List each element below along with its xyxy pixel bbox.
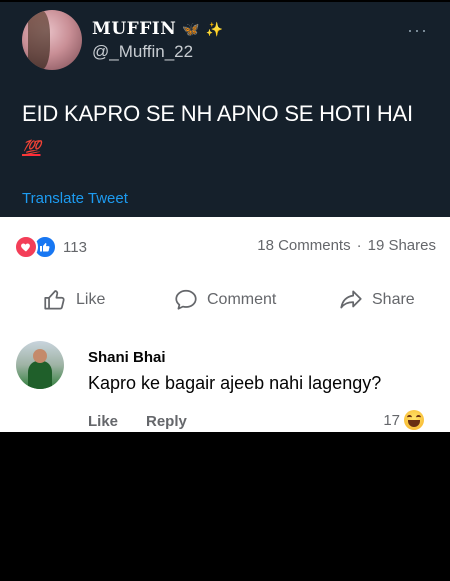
hundred-points-icon: 💯 <box>22 140 41 157</box>
more-dots-icon[interactable]: ··· <box>407 20 428 41</box>
comment-like-link[interactable]: Like <box>88 413 118 430</box>
comment-reactions[interactable]: 17 <box>383 410 424 430</box>
comment-button-label: Comment <box>207 291 277 308</box>
like-button[interactable]: Like <box>42 287 105 313</box>
sparkles-icon: ✨ <box>205 21 224 37</box>
tweet-body: EID KAPRO SE NH APNO SE HOTI HAI <box>22 101 413 126</box>
comment-reaction-count: 17 <box>383 411 400 429</box>
thumbs-up-icon <box>44 290 65 310</box>
love-icon <box>14 235 38 259</box>
translate-tweet-link[interactable]: Translate Tweet <box>22 190 128 207</box>
avatar-head-shape <box>33 349 47 363</box>
avatar-hair-shape <box>28 10 50 70</box>
share-button[interactable]: Share <box>338 287 415 313</box>
post-stats: 18 Comments · 19 Shares <box>257 237 436 254</box>
shares-count-link[interactable]: 19 Shares <box>368 237 436 254</box>
share-arrow-icon <box>340 290 362 309</box>
stats-separator: · <box>356 237 362 254</box>
reaction-count: 113 <box>63 238 87 256</box>
haha-icon <box>404 410 424 430</box>
comment-text: Kapro ke bagair ajeeb nahi lagengy? <box>88 373 382 393</box>
tweet-card: MUFFIN 🦋 ✨ @_Muffin_22 ··· EID KAPRO SE … <box>0 0 450 219</box>
comments-count-link[interactable]: 18 Comments <box>257 237 350 254</box>
comment-button[interactable]: Comment <box>173 287 276 313</box>
tweet-name-row: MUFFIN 🦋 ✨ <box>92 18 223 40</box>
post-action-bar: Like Comment Share <box>0 287 450 317</box>
reaction-summary[interactable]: 113 <box>14 235 87 259</box>
avatar-body-shape <box>28 361 52 389</box>
tweet-display-name[interactable]: MUFFIN <box>92 19 176 39</box>
tweet-handle[interactable]: @_Muffin_22 <box>92 42 193 62</box>
comment-reply-link[interactable]: Reply <box>146 413 187 430</box>
tweet-avatar[interactable] <box>22 10 82 70</box>
comment-author[interactable]: Shani Bhai <box>88 349 166 366</box>
butterfly-icon: 🦋 <box>182 21 200 37</box>
facebook-post-card: 113 18 Comments · 19 Shares Like Comment… <box>0 217 450 432</box>
tweet-text: EID KAPRO SE NH APNO SE HOTI HAI 💯 <box>22 98 422 165</box>
comment-bubble-icon <box>175 289 197 310</box>
share-button-label: Share <box>372 291 415 308</box>
comment-avatar[interactable] <box>16 341 64 389</box>
like-button-label: Like <box>76 291 106 308</box>
